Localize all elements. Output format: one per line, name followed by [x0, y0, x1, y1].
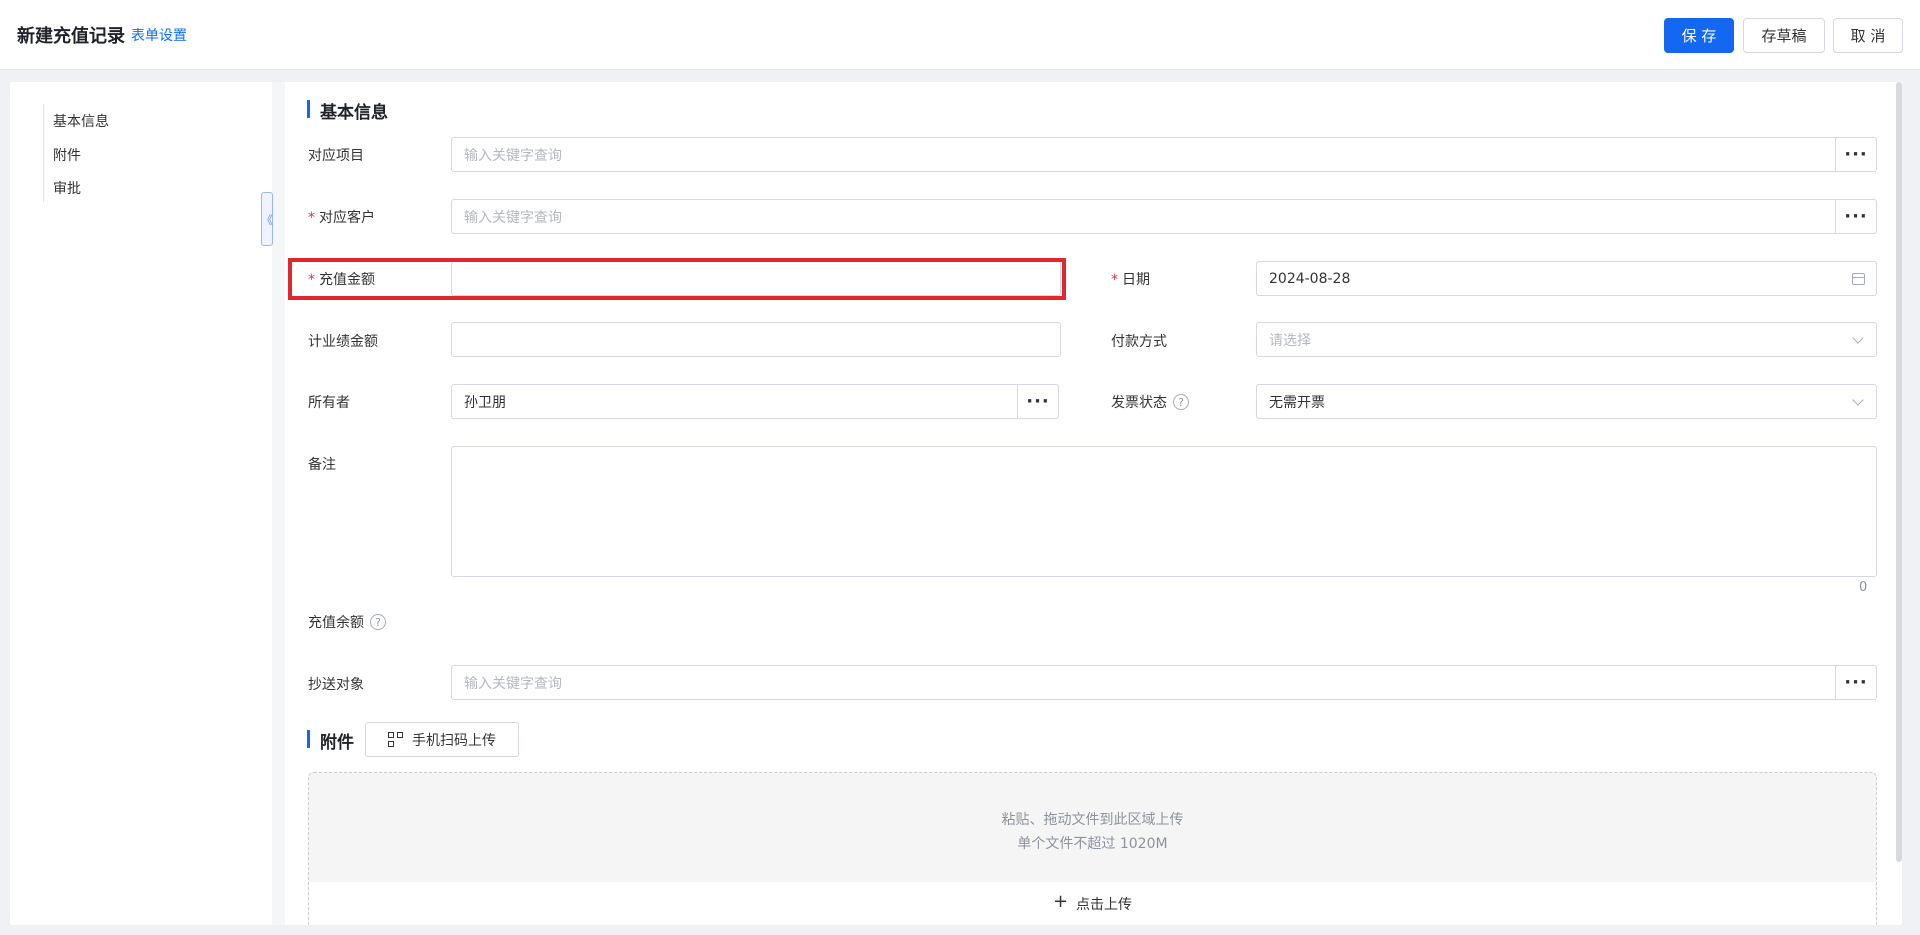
qr-upload-label: 手机扫码上传 — [412, 732, 496, 749]
section-title-basic-info: 基本信息 — [307, 98, 388, 123]
form-settings-link[interactable]: 表单设置 — [131, 25, 187, 45]
remark-label: 备注 — [308, 457, 336, 473]
owner-field[interactable]: 孙卫朋 ··· — [451, 384, 1059, 419]
collapse-sidebar-icon[interactable]: 《 — [261, 192, 273, 246]
required-mark: * — [1111, 272, 1118, 288]
qr-code-icon — [388, 731, 404, 748]
customer-label-text: 对应客户 — [319, 210, 375, 226]
help-icon[interactable]: ? — [370, 614, 386, 630]
project-label: 对应项目 — [308, 148, 364, 164]
chevron-down-icon[interactable] — [1840, 385, 1876, 418]
payment-select[interactable]: 请选择 — [1256, 322, 1877, 357]
nav-item-approval[interactable]: 审批 — [53, 178, 81, 198]
scrollbar[interactable] — [1896, 82, 1902, 925]
owner-more-icon[interactable]: ··· — [1017, 385, 1058, 418]
click-upload-button[interactable]: + 点击上传 — [309, 882, 1876, 925]
plus-icon: + — [1052, 891, 1069, 912]
help-icon[interactable]: ? — [1173, 394, 1189, 410]
save-button[interactable]: 保 存 — [1664, 18, 1734, 53]
section-title-attachments: 附件 — [307, 728, 354, 753]
balance-label: 充值余额? — [308, 612, 386, 632]
save-draft-button[interactable]: 存草稿 — [1743, 18, 1825, 53]
upload-dropzone[interactable]: 粘贴、拖动文件到此区域上传 单个文件不超过 1020M + 点击上传 — [308, 772, 1877, 925]
cancel-button[interactable]: 取 消 — [1833, 18, 1903, 53]
top-header: 新建充值记录 表单设置 保 存 存草稿 取 消 — [0, 0, 1920, 70]
cc-placeholder[interactable]: 输入关键字查询 — [452, 673, 1835, 693]
date-picker[interactable]: 2024-08-28 — [1256, 261, 1877, 296]
invoice-label: 发票状态? — [1111, 392, 1189, 412]
calendar-icon[interactable] — [1840, 262, 1876, 295]
owner-value[interactable]: 孙卫朋 — [452, 392, 1017, 412]
highlight-box — [288, 258, 1066, 300]
nav-line — [43, 104, 44, 202]
performance-input[interactable] — [451, 322, 1061, 357]
qr-upload-button[interactable]: 手机扫码上传 — [365, 722, 519, 757]
invoice-label-text: 发票状态 — [1111, 395, 1167, 411]
project-field[interactable]: 输入关键字查询 ··· — [451, 137, 1877, 172]
invoice-select[interactable]: 无需开票 — [1256, 384, 1877, 419]
performance-label: 计业绩金额 — [308, 334, 378, 350]
date-label: * 日期 — [1111, 269, 1150, 289]
nav-divider — [272, 82, 285, 925]
project-placeholder[interactable]: 输入关键字查询 — [452, 145, 1835, 165]
date-value[interactable]: 2024-08-28 — [1257, 271, 1840, 287]
required-mark: * — [308, 210, 315, 226]
nav-item-basic-info[interactable]: 基本信息 — [53, 111, 109, 131]
chevron-down-icon[interactable] — [1840, 323, 1876, 356]
page-title: 新建充值记录 — [17, 26, 125, 47]
balance-label-text: 充值余额 — [308, 615, 364, 631]
payment-label: 付款方式 — [1111, 334, 1167, 350]
dropzone-hint: 粘贴、拖动文件到此区域上传 — [1001, 812, 1184, 828]
customer-label: * 对应客户 — [308, 207, 375, 227]
cc-more-icon[interactable]: ··· — [1835, 666, 1876, 699]
invoice-value[interactable]: 无需开票 — [1257, 392, 1840, 412]
customer-placeholder[interactable]: 输入关键字查询 — [452, 207, 1835, 227]
cc-label: 抄送对象 — [308, 677, 364, 693]
remark-char-counter: 0 — [1859, 580, 1868, 595]
dropzone-size-hint: 单个文件不超过 1020M — [1017, 836, 1168, 852]
customer-more-icon[interactable]: ··· — [1835, 200, 1876, 233]
cc-field[interactable]: 输入关键字查询 ··· — [451, 665, 1877, 700]
date-label-text: 日期 — [1122, 272, 1150, 288]
owner-label: 所有者 — [308, 395, 350, 411]
nav-item-attachments[interactable]: 附件 — [53, 145, 81, 165]
form-card: 基本信息 附件 审批 《 基本信息 对应项目 输入关键字查询 ··· * 对应客户… — [10, 82, 1902, 925]
project-more-icon[interactable]: ··· — [1835, 138, 1876, 171]
scrollbar-thumb[interactable] — [1896, 82, 1902, 862]
customer-field[interactable]: 输入关键字查询 ··· — [451, 199, 1877, 234]
remark-textarea[interactable] — [451, 446, 1877, 577]
click-upload-label: 点击上传 — [1076, 897, 1133, 913]
payment-placeholder[interactable]: 请选择 — [1257, 330, 1840, 350]
